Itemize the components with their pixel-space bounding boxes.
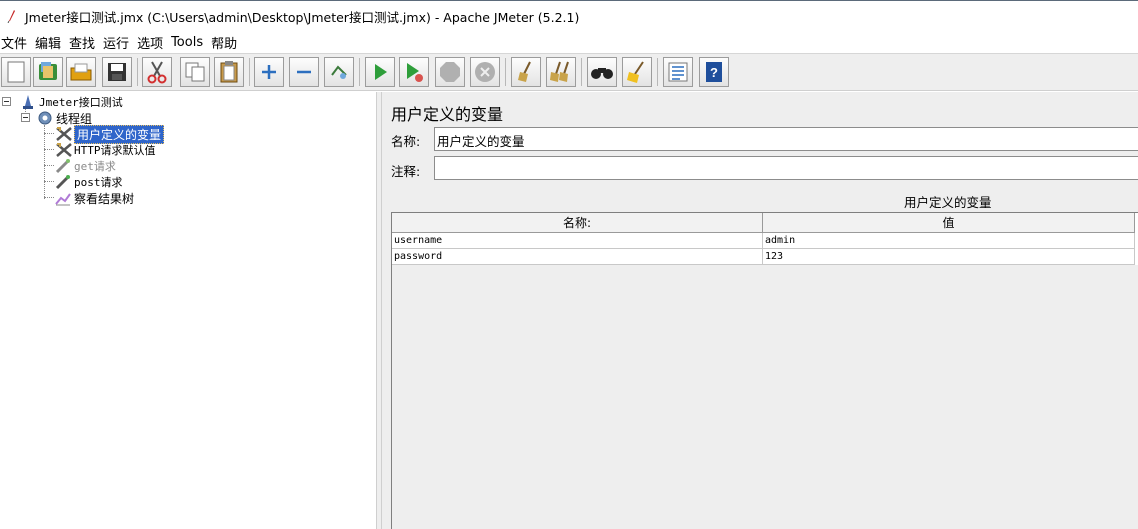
config-element-tools-icon: [55, 142, 72, 158]
root-collapse-toggle[interactable]: [2, 97, 11, 106]
stop-icon: [440, 62, 460, 82]
tree-node-get-request[interactable]: get请求: [55, 158, 116, 174]
tree-node-post-request[interactable]: post请求: [55, 174, 123, 190]
save-icon: [108, 63, 126, 81]
clear-all-icon: [550, 61, 569, 82]
tree-node-http-defaults[interactable]: HTTP请求默认值: [55, 142, 156, 158]
tree-label-user-defined-variables: 用户定义的变量: [74, 124, 165, 144]
tree-label-post-request: post请求: [74, 176, 123, 189]
variables-section-title: 用户定义的变量: [904, 195, 992, 210]
toolbar: ?: [0, 53, 1138, 91]
comment-label: 注释:: [391, 164, 421, 179]
name-field[interactable]: 用户定义的变量: [434, 127, 1138, 151]
new-icon: [7, 61, 25, 83]
start-button[interactable]: [365, 57, 395, 87]
tree-label-http-defaults: HTTP请求默认值: [74, 144, 156, 157]
new-button[interactable]: [1, 57, 31, 87]
column-header-value[interactable]: 值: [763, 213, 1135, 233]
svg-text:?: ?: [710, 65, 718, 80]
expand-icon: [262, 65, 276, 79]
jmeter-feather-icon: [5, 9, 19, 24]
cut-button[interactable]: [142, 57, 172, 87]
paste-button[interactable]: [214, 57, 244, 87]
thread-group-gear-icon: [37, 110, 53, 126]
sampler-pipette-icon: [55, 158, 71, 174]
test-plan-icon: [20, 94, 36, 110]
column-header-name[interactable]: 名称:: [392, 213, 763, 233]
toggle-button[interactable]: [324, 57, 354, 87]
table-cell-name[interactable]: password: [392, 249, 763, 265]
table-cell-value[interactable]: admin: [763, 233, 1135, 249]
save-button[interactable]: [102, 57, 132, 87]
stop-button[interactable]: [435, 57, 465, 87]
menu-edit[interactable]: 编辑: [34, 33, 67, 52]
start-no-pauses-button[interactable]: [399, 57, 429, 87]
name-label: 名称:: [391, 134, 421, 149]
reset-search-icon: [627, 61, 644, 83]
table-empty-area: [392, 265, 1138, 529]
table-cell-name[interactable]: username: [392, 233, 763, 249]
shutdown-icon: [475, 62, 495, 82]
tree-node-view-results-tree[interactable]: 察看结果树: [55, 190, 134, 206]
collapse-icon: [297, 70, 311, 74]
menu-bar: 文件 编辑 查找 运行 选项 Tools 帮助: [0, 31, 1138, 53]
cut-icon: [147, 61, 167, 84]
open-icon: [70, 63, 92, 81]
menu-tools[interactable]: Tools: [170, 35, 209, 50]
help-button[interactable]: ?: [699, 57, 729, 87]
table-cell-value[interactable]: 123: [763, 249, 1135, 265]
start-icon: [375, 64, 387, 80]
menu-help[interactable]: 帮助: [210, 33, 243, 52]
menu-search[interactable]: 查找: [68, 33, 101, 52]
title-bar: Jmeter接口测试.jmx (C:\Users\admin\Desktop\J…: [0, 0, 1138, 31]
tree-node-test-plan[interactable]: Jmeter接口测试: [20, 94, 123, 110]
function-helper-button[interactable]: [663, 57, 693, 87]
search-icon: [591, 68, 613, 79]
search-button[interactable]: [587, 57, 617, 87]
menu-file[interactable]: 文件: [0, 33, 33, 52]
reset-search-button[interactable]: [622, 57, 652, 87]
listener-chart-icon: [55, 190, 71, 206]
start-no-pause-icon: [407, 63, 423, 82]
toggle-icon: [331, 65, 347, 79]
config-element-tools-icon: [55, 126, 72, 142]
help-icon: ?: [706, 62, 722, 82]
sampler-pipette-icon: [55, 174, 71, 190]
window-title: Jmeter接口测试.jmx (C:\Users\admin\Desktop\J…: [25, 9, 580, 25]
menu-options[interactable]: 选项: [136, 33, 169, 52]
tree-node-user-defined-variables[interactable]: 用户定义的变量: [55, 124, 165, 144]
element-editor-panel: 用户定义的变量 名称: 用户定义的变量 注释: 用户定义的变量 名称: 值 us…: [382, 92, 1138, 529]
copy-icon: [185, 62, 205, 82]
tree-label-get-request: get请求: [74, 160, 116, 173]
open-button[interactable]: [66, 57, 96, 87]
variables-table[interactable]: 名称: 值 username admin password 123: [391, 212, 1138, 529]
paste-icon: [220, 61, 238, 83]
comment-field[interactable]: [434, 156, 1138, 180]
panel-title: 用户定义的变量: [391, 105, 504, 124]
test-plan-tree[interactable]: Jmeter接口测试 线程组 用户定义的变量 HTTP请求默认值 get请求 p…: [0, 92, 376, 529]
clear-icon: [518, 61, 531, 82]
templates-button[interactable]: [33, 57, 63, 87]
clear-all-button[interactable]: [546, 57, 576, 87]
templates-icon: [39, 62, 57, 80]
tree-label-test-plan: Jmeter接口测试: [39, 96, 123, 109]
expand-all-button[interactable]: [254, 57, 284, 87]
collapse-all-button[interactable]: [289, 57, 319, 87]
copy-button[interactable]: [180, 57, 210, 87]
tree-label-view-results-tree: 察看结果树: [74, 191, 135, 206]
thread-group-collapse-toggle[interactable]: [21, 113, 30, 122]
clear-button[interactable]: [511, 57, 541, 87]
shutdown-button[interactable]: [470, 57, 500, 87]
menu-run[interactable]: 运行: [102, 33, 135, 52]
function-helper-icon: [668, 62, 688, 82]
